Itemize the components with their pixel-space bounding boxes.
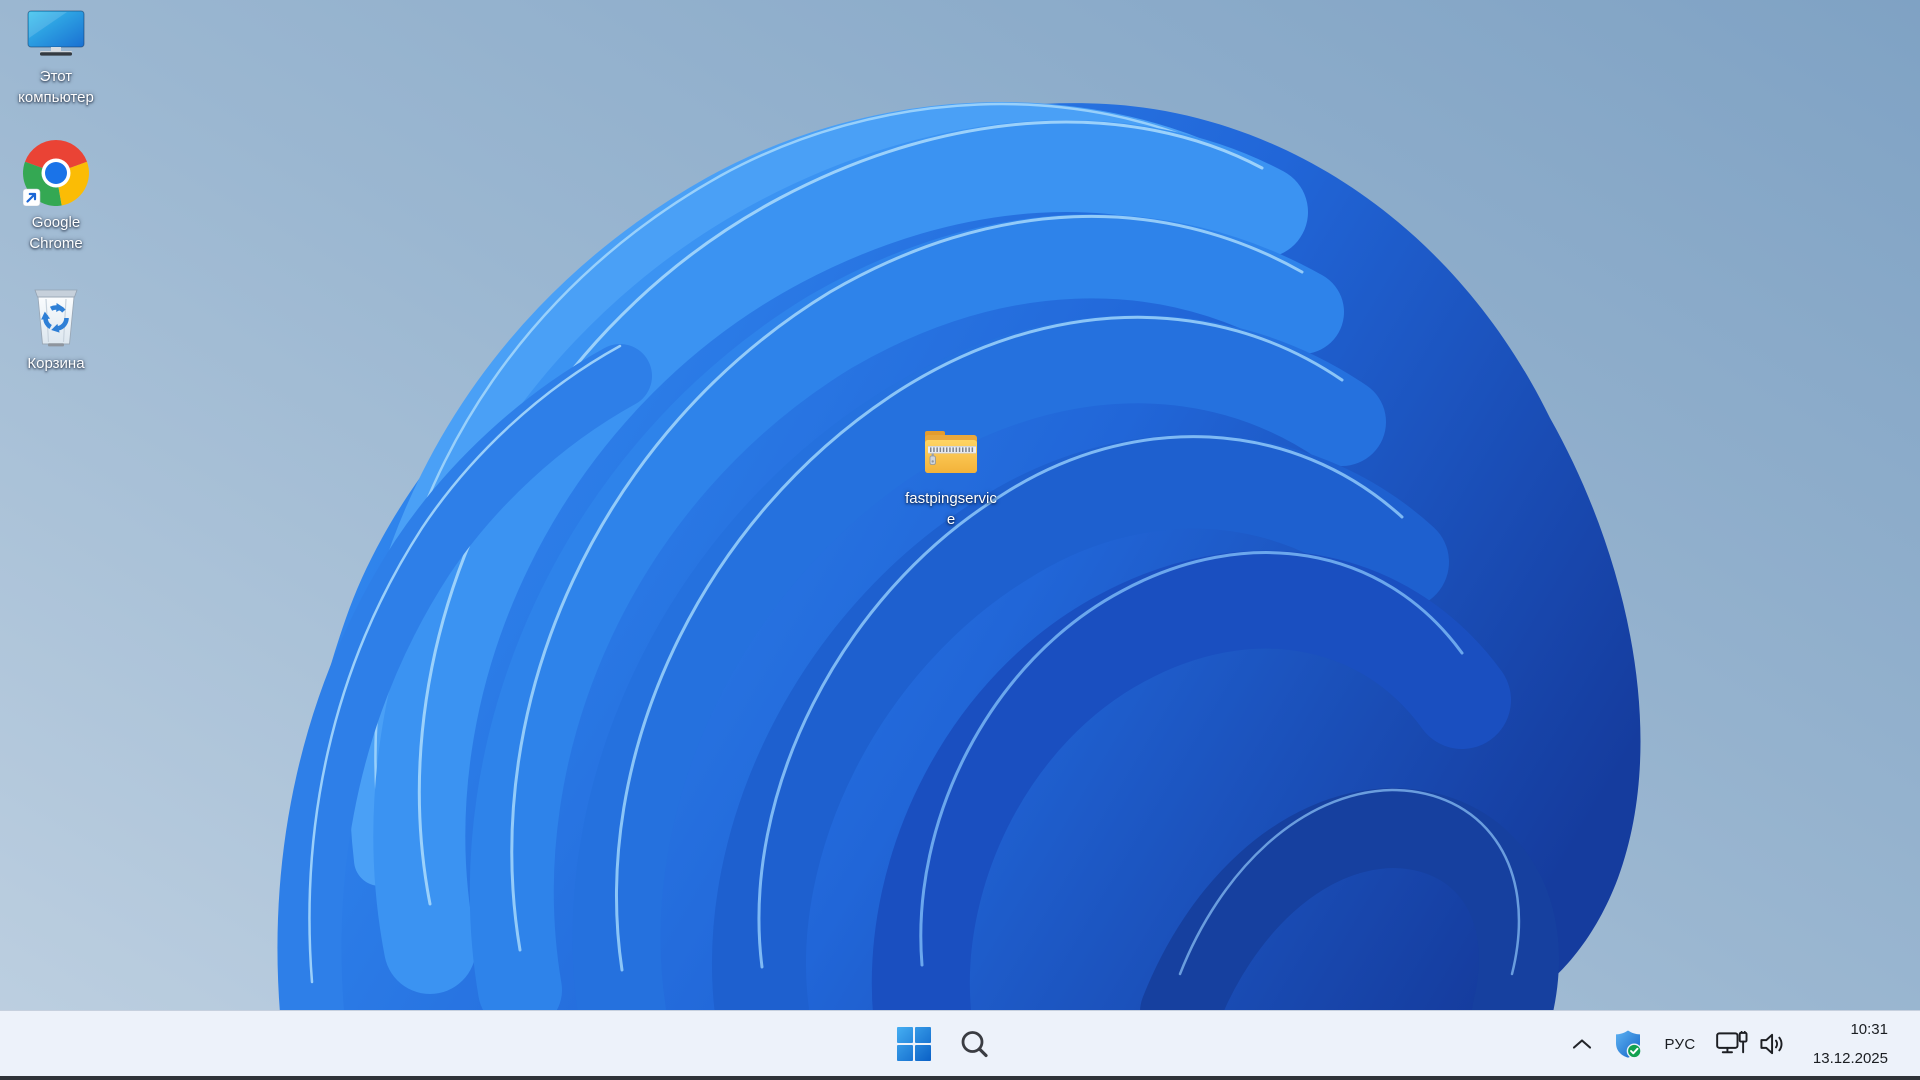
monitor-icon (27, 10, 85, 56)
clock-time: 10:31 (1850, 1021, 1888, 1038)
desktop-icon-label: Этот компьютер (18, 68, 94, 106)
chevron-up-icon (1572, 1039, 1592, 1049)
wallpaper-bloom-image (0, 0, 1920, 1080)
desktop-icon-google-chrome[interactable]: Google Chrome (0, 140, 112, 254)
desktop-icon-this-pc[interactable]: Этот компьютер (0, 10, 112, 108)
start-button[interactable] (891, 1021, 937, 1067)
desktop-icon-label: Корзина (27, 355, 85, 372)
search-icon (961, 1031, 988, 1058)
taskbar: РУС 10:31 13.12.2025 (0, 1010, 1920, 1080)
desktop-file-fastpingservice[interactable]: fastpingservic e (895, 428, 1007, 530)
windows-logo-icon (897, 1027, 931, 1061)
taskbar-center-group (891, 1011, 997, 1077)
desktop-icon-recycle-bin[interactable]: Корзина (0, 284, 112, 374)
zip-folder-icon (925, 431, 977, 473)
taskbar-tray: РУС 10:31 13.12.2025 (1564, 1011, 1920, 1077)
tray-overflow-button[interactable] (1564, 1022, 1600, 1066)
desktop[interactable]: Этот компьютер Google Chrome Корзина fas… (0, 0, 1920, 1080)
language-label: РУС (1664, 1035, 1696, 1053)
recycle-bin-icon (34, 289, 78, 347)
clock-button[interactable]: 10:31 13.12.2025 (1800, 1021, 1892, 1067)
screen-bottom-edge (0, 1076, 1920, 1080)
speaker-volume-icon (1760, 1033, 1783, 1055)
chrome-icon (23, 140, 89, 206)
ethernet-monitor-icon (1716, 1031, 1748, 1054)
desktop-file-label: fastpingservic e (905, 490, 997, 528)
quick-settings-button[interactable] (1712, 1022, 1792, 1066)
desktop-icon-label: Google Chrome (29, 214, 83, 252)
language-indicator-button[interactable]: РУС (1656, 1022, 1704, 1066)
clock-date: 13.12.2025 (1812, 1050, 1888, 1067)
windows-security-shield-icon (1616, 1030, 1642, 1059)
shortcut-arrow-badge (23, 188, 41, 206)
search-button[interactable] (951, 1021, 997, 1067)
windows-security-button[interactable] (1608, 1022, 1648, 1066)
